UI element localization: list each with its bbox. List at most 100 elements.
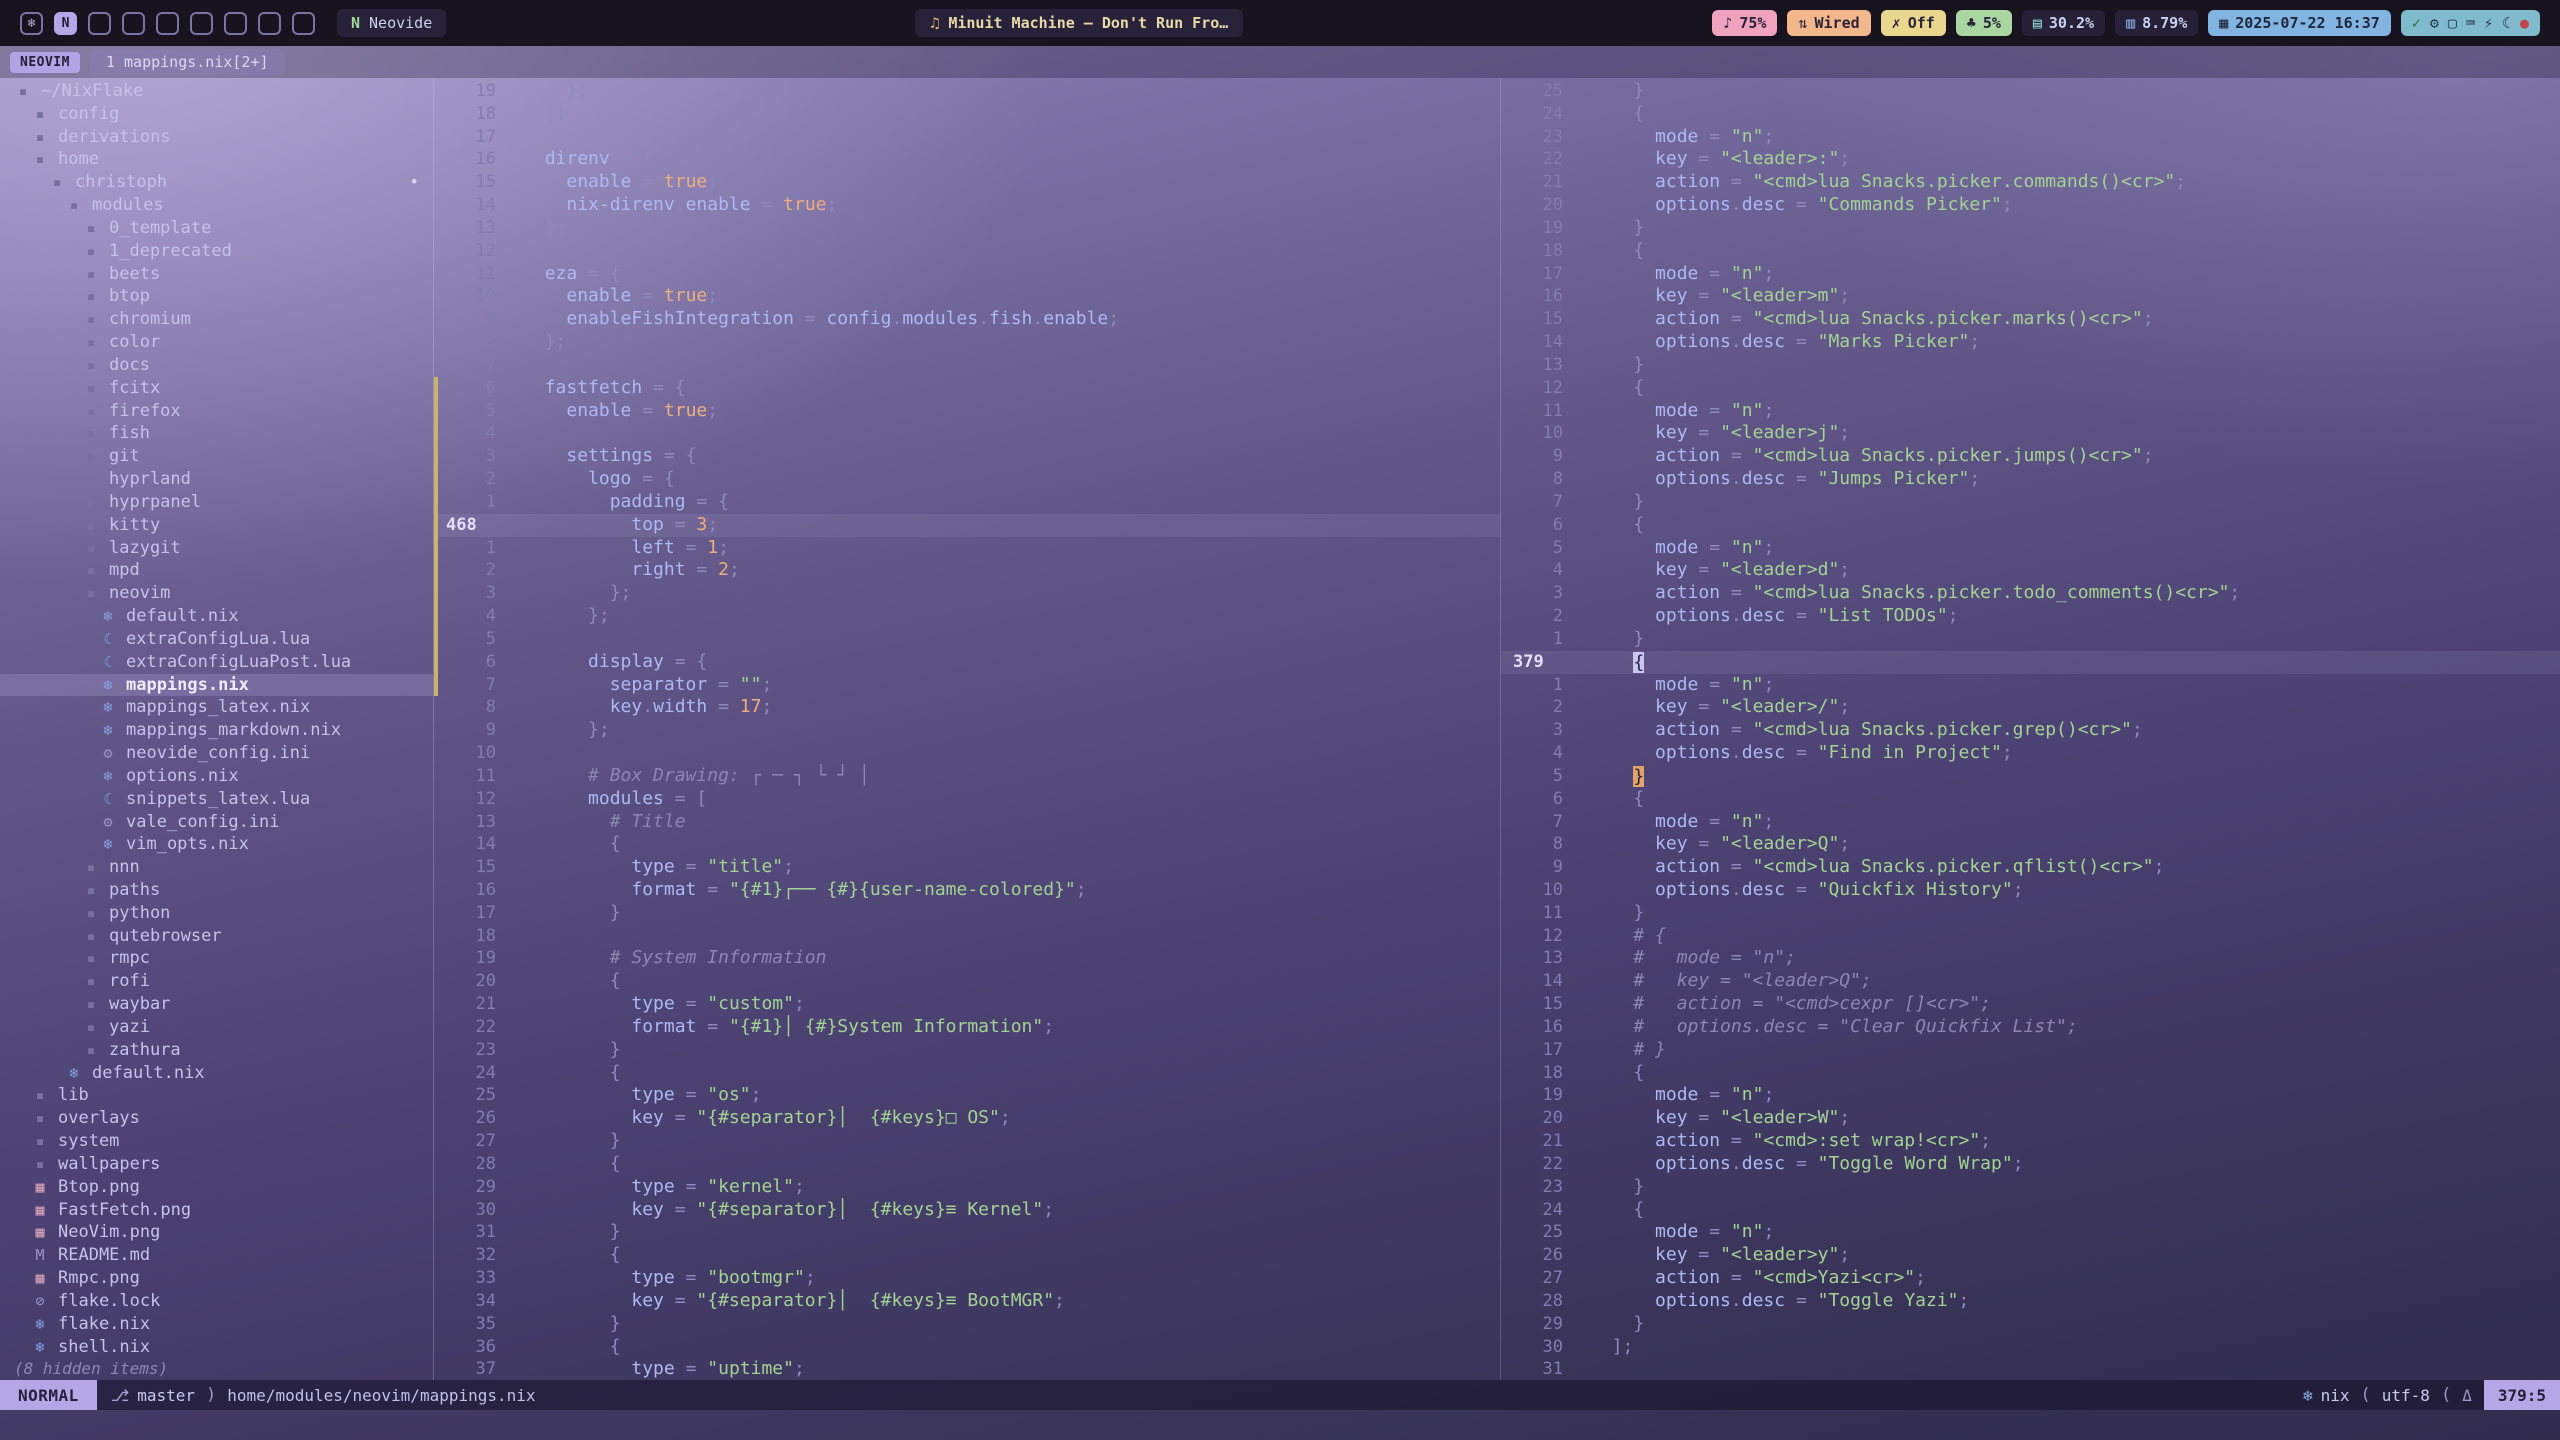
tree-item[interactable]: ❄shell.nix bbox=[0, 1336, 433, 1359]
code-line[interactable]: 468 top = 3; bbox=[434, 514, 1500, 537]
code-line[interactable]: 14 # key = "<leader>Q"; bbox=[1501, 970, 2560, 993]
code-line[interactable]: 26 key = "<leader>y"; bbox=[1501, 1244, 2560, 1267]
code-line[interactable]: 4 key = "<leader>d"; bbox=[1501, 559, 2560, 582]
code-line[interactable]: 18 { bbox=[1501, 1062, 2560, 1085]
code-line[interactable]: 3 settings = { bbox=[434, 445, 1500, 468]
workspace-box[interactable] bbox=[258, 12, 281, 35]
code-line[interactable]: 30 key = "{#separator}│ {#keys}≡ Kernel"… bbox=[434, 1199, 1500, 1222]
code-line[interactable]: 15 # action = "<cmd>cexpr []<cr>"; bbox=[1501, 993, 2560, 1016]
code-line[interactable]: 28 { bbox=[434, 1153, 1500, 1176]
code-line[interactable]: 16 key = "<leader>m"; bbox=[1501, 285, 2560, 308]
disk-widget[interactable]: ▥8.79% bbox=[2115, 10, 2198, 36]
code-line[interactable]: 17 bbox=[434, 126, 1500, 149]
code-line[interactable]: 26 key = "{#separator}│ {#keys}□ OS"; bbox=[434, 1107, 1500, 1130]
code-line[interactable]: 5 mode = "n"; bbox=[1501, 537, 2560, 560]
code-line[interactable]: 17 mode = "n"; bbox=[1501, 263, 2560, 286]
code-line[interactable]: 19 }; bbox=[434, 80, 1500, 103]
workspace-box[interactable] bbox=[224, 12, 247, 35]
check-icon[interactable]: ✓ bbox=[2412, 14, 2421, 32]
code-line[interactable]: 12 modules = [ bbox=[434, 788, 1500, 811]
tree-item[interactable]: ▪fish bbox=[0, 422, 433, 445]
code-line[interactable]: 12 { bbox=[1501, 377, 2560, 400]
code-line[interactable]: 36 { bbox=[434, 1336, 1500, 1359]
code-line[interactable]: 9 enableFishIntegration = config.modules… bbox=[434, 308, 1500, 331]
tree-item[interactable]: ▪mpd bbox=[0, 559, 433, 582]
tree-item[interactable]: ▪hyprpanel bbox=[0, 491, 433, 514]
tree-item[interactable]: ❄mappings_latex.nix bbox=[0, 696, 433, 719]
editor-pane-right[interactable]: 25 }24 {23 mode = "n";22 key = "<leader>… bbox=[1500, 78, 2560, 1380]
code-line[interactable]: 16 # options.desc = "Clear Quickfix List… bbox=[1501, 1016, 2560, 1039]
active-window-chip[interactable]: N Neovide bbox=[337, 9, 446, 37]
code-line[interactable]: 9 }; bbox=[434, 719, 1500, 742]
tree-item[interactable]: ❄vim_opts.nix bbox=[0, 833, 433, 856]
code-line[interactable]: 27 } bbox=[434, 1130, 1500, 1153]
workspace-box[interactable] bbox=[88, 12, 111, 35]
clock-widget[interactable]: ▦2025-07-22 16:37 bbox=[2208, 10, 2391, 36]
tree-item[interactable]: ▪qutebrowser bbox=[0, 925, 433, 948]
code-line[interactable]: 18 }; bbox=[434, 103, 1500, 126]
tree-item[interactable]: ▪docs bbox=[0, 354, 433, 377]
code-line[interactable]: 19 mode = "n"; bbox=[1501, 1084, 2560, 1107]
code-line[interactable]: 7 separator = ""; bbox=[434, 674, 1500, 697]
code-line[interactable]: 25 mode = "n"; bbox=[1501, 1221, 2560, 1244]
code-line[interactable]: 10 bbox=[434, 742, 1500, 765]
code-line[interactable]: 7 bbox=[434, 354, 1500, 377]
code-line[interactable]: 13 } bbox=[1501, 354, 2560, 377]
code-line[interactable]: 5 }} bbox=[1501, 765, 2560, 788]
code-line[interactable]: 8 key = "<leader>Q"; bbox=[1501, 833, 2560, 856]
code-line[interactable]: 23 mode = "n"; bbox=[1501, 126, 2560, 149]
gear-icon[interactable]: ⚙ bbox=[2430, 14, 2439, 32]
code-line[interactable]: 29 type = "kernel"; bbox=[434, 1176, 1500, 1199]
tree-item[interactable]: ☾extraConfigLua.lua bbox=[0, 628, 433, 651]
tree-item[interactable]: ▪paths bbox=[0, 879, 433, 902]
tree-item[interactable]: ▪btop bbox=[0, 285, 433, 308]
code-line[interactable]: 16 format = "{#1}┌── {#}{user-name-color… bbox=[434, 879, 1500, 902]
code-line[interactable]: 6 { bbox=[1501, 788, 2560, 811]
code-line[interactable]: 12 # { bbox=[1501, 925, 2560, 948]
workspace-box[interactable] bbox=[156, 12, 179, 35]
tree-item[interactable]: ▪waybar bbox=[0, 993, 433, 1016]
tree-item[interactable]: ▪lib bbox=[0, 1084, 433, 1107]
code-line[interactable]: 8 options.desc = "Jumps Picker"; bbox=[1501, 468, 2560, 491]
code-line[interactable]: 20 options.desc = "Commands Picker"; bbox=[1501, 194, 2560, 217]
code-line[interactable]: 11 eza = { bbox=[434, 263, 1500, 286]
code-line[interactable]: 15 enable = true; bbox=[434, 171, 1500, 194]
code-line[interactable]: 22 key = "<leader>:"; bbox=[1501, 148, 2560, 171]
code-line[interactable]: 35 } bbox=[434, 1313, 1500, 1336]
tree-item[interactable]: ⚙neovide_config.ini bbox=[0, 742, 433, 765]
code-line[interactable]: 14 options.desc = "Marks Picker"; bbox=[1501, 331, 2560, 354]
code-line[interactable]: 19 } bbox=[1501, 217, 2560, 240]
memory-widget[interactable]: ▤30.2% bbox=[2022, 10, 2105, 36]
code-line[interactable]: 19 # System Information bbox=[434, 947, 1500, 970]
network-widget[interactable]: ⇅Wired bbox=[1787, 10, 1870, 36]
tree-item[interactable]: ▪git bbox=[0, 445, 433, 468]
tree-item[interactable]: ▪neovim bbox=[0, 582, 433, 605]
code-line[interactable]: 3 action = "<cmd>lua Snacks.picker.grep(… bbox=[1501, 719, 2560, 742]
code-line[interactable]: 2 key = "<leader>/"; bbox=[1501, 696, 2560, 719]
tree-item[interactable]: ❄flake.nix bbox=[0, 1313, 433, 1336]
code-line[interactable]: 16 direnv = { bbox=[434, 148, 1500, 171]
tree-item[interactable]: ▪~/NixFlake bbox=[0, 80, 433, 103]
code-line[interactable]: 7 mode = "n"; bbox=[1501, 811, 2560, 834]
tree-item[interactable]: ▪hyprland bbox=[0, 468, 433, 491]
code-line[interactable]: 33 type = "bootmgr"; bbox=[434, 1267, 1500, 1290]
tree-item[interactable]: ▪kitty bbox=[0, 514, 433, 537]
code-line[interactable]: 12 bbox=[434, 240, 1500, 263]
code-line[interactable]: 8 }; bbox=[434, 331, 1500, 354]
code-line[interactable]: 4 }; bbox=[434, 605, 1500, 628]
code-line[interactable]: 8 key.width = 17; bbox=[434, 696, 1500, 719]
tree-item[interactable]: ▪overlays bbox=[0, 1107, 433, 1130]
code-line[interactable]: 1 } bbox=[1501, 628, 2560, 651]
code-line[interactable]: 20 { bbox=[434, 970, 1500, 993]
tree-item[interactable]: ▪lazygit bbox=[0, 537, 433, 560]
code-line[interactable]: 21 action = "<cmd>lua Snacks.picker.comm… bbox=[1501, 171, 2560, 194]
code-line[interactable]: 25 } bbox=[1501, 80, 2560, 103]
code-line[interactable]: 6 display = { bbox=[434, 651, 1500, 674]
code-line[interactable]: 1 left = 1; bbox=[434, 537, 1500, 560]
code-line[interactable]: 30 ]; bbox=[1501, 1336, 2560, 1359]
code-line[interactable]: 4 bbox=[434, 422, 1500, 445]
code-line[interactable]: 18 bbox=[434, 925, 1500, 948]
tree-item[interactable]: ▦Rmpc.png bbox=[0, 1267, 433, 1290]
code-line[interactable]: 22 options.desc = "Toggle Word Wrap"; bbox=[1501, 1153, 2560, 1176]
code-line[interactable]: 25 type = "os"; bbox=[434, 1084, 1500, 1107]
